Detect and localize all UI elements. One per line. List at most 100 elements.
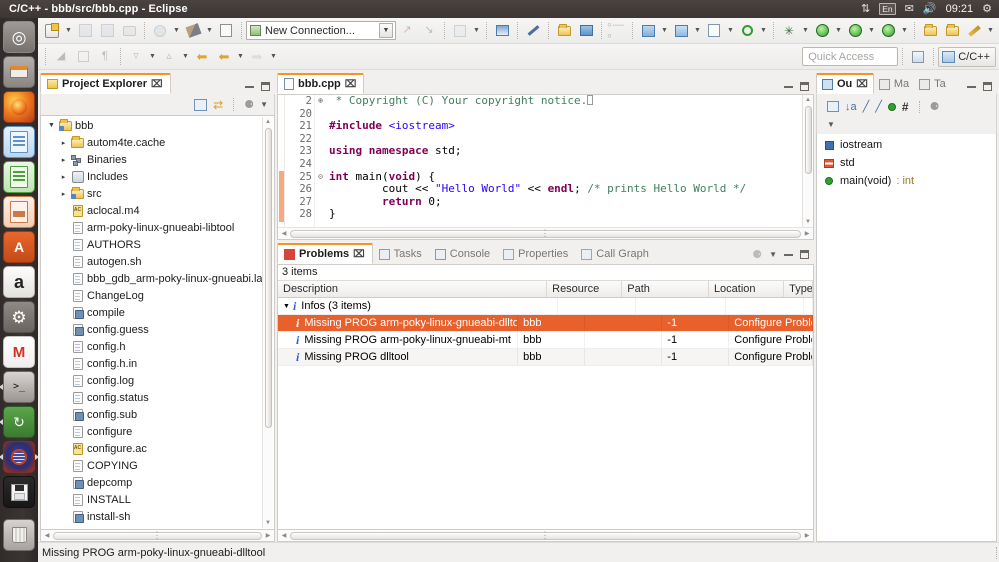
- problems-group-row[interactable]: ▼ i Infos (3 items): [278, 298, 813, 315]
- tree-item[interactable]: autogen.sh: [41, 253, 262, 270]
- back-dropdown-arrow[interactable]: ▼: [235, 46, 246, 68]
- new-class-dropdown-arrow[interactable]: ▼: [659, 20, 670, 42]
- code-editor[interactable]: 2 20 21 22 23 24 25 26 27 28 ⊕ ⊝ * Copyright (C) Y…: [278, 95, 813, 239]
- collapse-all-icon[interactable]: [827, 101, 839, 112]
- launcher-item-files[interactable]: [3, 56, 35, 88]
- build-all-dropdown-arrow[interactable]: ▼: [171, 20, 182, 42]
- tab-tasks[interactable]: Tasks: [373, 243, 429, 264]
- open-project-button[interactable]: [941, 20, 963, 42]
- tree-item[interactable]: bbb_gdb_arm-poky-linux-gnueabi.launc: [41, 270, 262, 287]
- scrollbar-thumb[interactable]: [804, 106, 812, 174]
- tab-bbb-cpp[interactable]: bbb.cpp ⌧: [277, 73, 365, 94]
- new-folder-button[interactable]: [575, 20, 597, 42]
- tab-project-explorer[interactable]: Project Explorer ⌧: [40, 73, 171, 94]
- back-button[interactable]: ⬅: [191, 46, 213, 68]
- launcher-item-software-center[interactable]: A: [3, 231, 35, 263]
- table-row[interactable]: i Missing PROG dlltool bbb -1 Configure Prob…: [278, 349, 813, 366]
- run-button[interactable]: [811, 20, 833, 42]
- build-config-dropdown-arrow[interactable]: ▼: [204, 20, 215, 42]
- minimize-icon[interactable]: [784, 253, 793, 256]
- tree-item[interactable]: install-sh: [41, 508, 262, 525]
- scroll-up-arrow-icon[interactable]: ▲: [805, 95, 811, 105]
- launcher-item-ubuntu-dash[interactable]: ◎: [3, 21, 35, 53]
- scrollbar-thumb[interactable]: ⋮: [290, 228, 801, 238]
- folding-gutter[interactable]: ⊕ ⊝: [315, 95, 326, 227]
- sort-icon[interactable]: ↓a: [845, 101, 857, 113]
- tree-item[interactable]: INSTALL: [41, 491, 262, 508]
- launcher-item-save-disk[interactable]: [3, 476, 35, 508]
- tree-item[interactable]: ▸ Binaries: [41, 151, 262, 168]
- launcher-item-system-settings[interactable]: ⚙: [3, 301, 35, 333]
- hide-fields-icon[interactable]: ╱: [863, 100, 870, 113]
- disconnect-button[interactable]: ↘: [418, 20, 440, 42]
- scroll-right-arrow-icon[interactable]: ▶: [802, 532, 812, 539]
- table-row[interactable]: i Missing PROG arm-poky-linux-gnueabi-mt b…: [278, 332, 813, 349]
- back-history-button[interactable]: ⬅: [213, 46, 235, 68]
- previous-annotation-dropdown-arrow[interactable]: ▼: [180, 46, 191, 68]
- scroll-left-arrow-icon[interactable]: ◀: [279, 230, 289, 237]
- save-all-button[interactable]: [96, 20, 118, 42]
- problems-horizontal-scrollbar[interactable]: ◀ ⋮ ▶: [277, 530, 814, 542]
- scroll-down-arrow-icon[interactable]: ▼: [265, 518, 271, 528]
- code-line[interactable]: return 0;: [329, 195, 802, 209]
- tab-call-graph[interactable]: Call Graph: [575, 243, 656, 264]
- tree-item[interactable]: configure: [41, 423, 262, 440]
- outline-item[interactable]: iostream: [817, 136, 996, 154]
- tree-item[interactable]: arm-poky-linux-gnueabi-libtool: [41, 219, 262, 236]
- hide-macros-icon[interactable]: #: [902, 100, 909, 114]
- open-element-button[interactable]: [215, 20, 237, 42]
- search-button[interactable]: [736, 20, 758, 42]
- gear-icon[interactable]: ⚙: [982, 3, 992, 15]
- code-line[interactable]: using namespace std;: [329, 145, 802, 158]
- debug-button[interactable]: ✳: [778, 20, 800, 42]
- column-header[interactable]: Resource: [547, 281, 623, 297]
- minimize-icon[interactable]: [245, 85, 254, 88]
- scroll-down-arrow-icon[interactable]: ▼: [805, 217, 811, 227]
- tab-console[interactable]: Console: [429, 243, 497, 264]
- scroll-right-arrow-icon[interactable]: ▶: [263, 532, 273, 539]
- launcher-item-amazon[interactable]: a: [3, 266, 35, 298]
- new-struct-dropdown-arrow[interactable]: ▼: [692, 20, 703, 42]
- focus-on-active-task-icon[interactable]: ⚈: [930, 100, 940, 113]
- tree-item[interactable]: ▸ Includes: [41, 168, 262, 185]
- print-button[interactable]: [118, 20, 140, 42]
- tree-item[interactable]: config.guess: [41, 321, 262, 338]
- twisty-icon[interactable]: ▼: [283, 303, 290, 310]
- tree-item[interactable]: depcomp: [41, 474, 262, 491]
- tree-item[interactable]: AC aclocal.m4: [41, 202, 262, 219]
- mark-occurrences-dropdown-arrow[interactable]: ▼: [985, 20, 996, 42]
- tree-item[interactable]: compile: [41, 304, 262, 321]
- tree-item[interactable]: ▸ autom4te.cache: [41, 134, 262, 151]
- tab-make-target[interactable]: Ma: [874, 73, 914, 94]
- view-menu-icon[interactable]: ▼: [827, 120, 990, 129]
- tab-properties[interactable]: Properties: [497, 243, 575, 264]
- tree-item[interactable]: ▼ bbb: [41, 117, 262, 134]
- table-row[interactable]: i Missing PROG arm-poky-linux-gnueabi-dll…: [278, 315, 813, 332]
- next-annotation-dropdown-arrow[interactable]: ▼: [147, 46, 158, 68]
- save-button[interactable]: [74, 20, 96, 42]
- new-project-dropdown-arrow[interactable]: ▼: [471, 20, 482, 42]
- column-header[interactable]: Path: [622, 281, 709, 297]
- new-project-button[interactable]: [449, 20, 471, 42]
- launcher-item-libreoffice-calc[interactable]: [3, 161, 35, 193]
- project-tree-vertical-scrollbar[interactable]: ▲ ▼: [262, 117, 273, 528]
- outline-item[interactable]: main(void) : int: [817, 172, 996, 190]
- tree-item[interactable]: AC configure.ac: [41, 440, 262, 457]
- open-resource-button[interactable]: [919, 20, 941, 42]
- launcher-item-firefox[interactable]: [3, 91, 35, 123]
- run-last-dropdown-arrow[interactable]: ▼: [866, 20, 877, 42]
- editor-vertical-scrollbar[interactable]: ▲ ▼: [802, 95, 813, 227]
- project-tree[interactable]: ▼ bbb ▸ autom4te.cache ▸ Binaries ▸ Includes ▸ sr…: [41, 116, 262, 529]
- tree-item[interactable]: config.h.in: [41, 355, 262, 372]
- toggle-word-wrap-button[interactable]: [72, 46, 94, 68]
- hide-nonpublic-icon[interactable]: [887, 102, 896, 111]
- launcher-item-libreoffice-writer[interactable]: [3, 126, 35, 158]
- close-icon[interactable]: ⌧: [151, 79, 163, 90]
- skip-breakpoints-button[interactable]: [522, 20, 544, 42]
- show-whitespace-button[interactable]: ¶: [94, 46, 116, 68]
- tree-item[interactable]: AUTHORS: [41, 236, 262, 253]
- view-menu-icon[interactable]: ▼: [260, 100, 268, 109]
- run-remote-dropdown-arrow[interactable]: ▼: [899, 20, 910, 42]
- launcher-item-eclipse[interactable]: [0, 441, 39, 473]
- close-icon[interactable]: ⌧: [856, 79, 868, 90]
